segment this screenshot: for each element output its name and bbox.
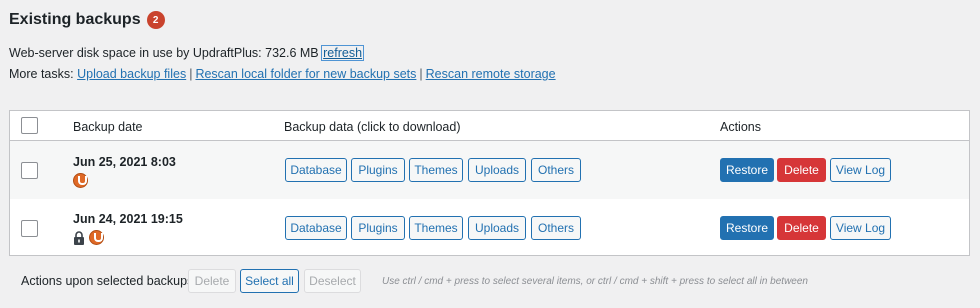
download-others-button[interactable]: Others [531, 216, 581, 240]
restore-button[interactable]: Restore [720, 216, 774, 240]
bulk-actions-label: Actions upon selected backups [21, 274, 194, 288]
table-header: Backup date Backup data (click to downlo… [10, 111, 969, 141]
upload-backup-files-link[interactable]: Upload backup files [77, 67, 186, 81]
download-plugins-button[interactable]: Plugins [351, 158, 405, 182]
download-database-button[interactable]: Database [285, 158, 347, 182]
backup-count-badge: 2 [146, 11, 165, 29]
more-tasks-label: More tasks: [9, 67, 74, 81]
delete-button[interactable]: Delete [777, 158, 826, 182]
disk-usage-label: Web-server disk space in use by UpdraftP… [9, 46, 262, 60]
row-checkbox[interactable] [21, 220, 38, 237]
more-tasks-line: More tasks: Upload backup files | Rescan l… [9, 67, 556, 81]
updraftplus-icon [73, 173, 88, 188]
rescan-local-folder-link[interactable]: Rescan local folder for new backup sets [195, 67, 416, 81]
select-all-button[interactable]: Select all [240, 269, 299, 293]
download-others-button[interactable]: Others [531, 158, 581, 182]
view-log-button[interactable]: View Log [830, 216, 891, 240]
download-themes-button[interactable]: Themes [409, 158, 463, 182]
restore-button[interactable]: Restore [720, 158, 774, 182]
refresh-link[interactable]: refresh [321, 45, 365, 61]
row-checkbox[interactable] [21, 162, 38, 179]
page-title: Existing backups [9, 11, 141, 28]
backup-date: Jun 24, 2021 19:15 [73, 212, 183, 226]
download-plugins-button[interactable]: Plugins [351, 216, 405, 240]
lock-icon [74, 230, 84, 245]
download-themes-button[interactable]: Themes [409, 216, 463, 240]
download-database-button[interactable]: Database [285, 216, 347, 240]
download-uploads-button[interactable]: Uploads [468, 216, 526, 240]
download-uploads-button[interactable]: Uploads [468, 158, 526, 182]
selection-hint: Use ctrl / cmd + press to select several… [382, 276, 808, 287]
disk-usage-line: Web-server disk space in use by UpdraftP… [9, 45, 365, 61]
backups-table: Backup date Backup data (click to downlo… [9, 110, 970, 256]
column-backup-data: Backup data (click to download) [284, 120, 461, 134]
backup-date: Jun 25, 2021 8:03 [73, 155, 176, 169]
section-header: Existing backups 2 [9, 11, 165, 29]
updraftplus-icon [89, 230, 104, 245]
view-log-button[interactable]: View Log [830, 158, 891, 182]
table-row: Jun 24, 2021 19:15 Database Plugins Them… [10, 199, 969, 257]
rescan-remote-storage-link[interactable]: Rescan remote storage [426, 67, 556, 81]
table-row: Jun 25, 2021 8:03 Database Plugins Theme… [10, 141, 969, 199]
column-actions: Actions [720, 120, 761, 134]
bulk-delete-button[interactable]: Delete [188, 269, 236, 293]
column-backup-date: Backup date [73, 120, 143, 134]
delete-button[interactable]: Delete [777, 216, 826, 240]
deselect-button[interactable]: Deselect [304, 269, 361, 293]
select-all-checkbox[interactable] [21, 117, 38, 134]
disk-usage-value: 732.6 MB [265, 46, 319, 60]
